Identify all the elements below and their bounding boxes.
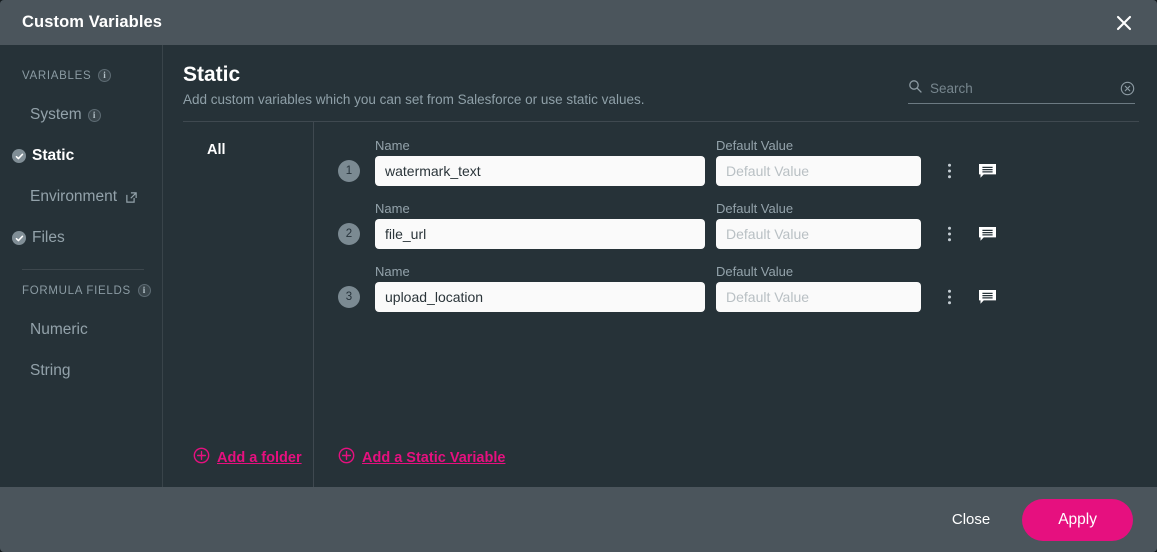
sidebar-group-variables: VARIABLES i	[0, 69, 162, 82]
row-column-labels: Name Default Value	[338, 138, 1139, 153]
dialog-footer: Close Apply	[0, 487, 1157, 552]
info-icon[interactable]: i	[87, 108, 101, 122]
row-fields: 1	[338, 156, 1139, 186]
comment-icon[interactable]	[975, 289, 999, 306]
column-header-default-value: Default Value	[716, 264, 794, 279]
check-circle-icon	[12, 231, 26, 245]
info-icon[interactable]: i	[137, 284, 151, 297]
plus-circle-icon	[193, 447, 210, 468]
sidebar-item-files-label: Files	[32, 229, 65, 247]
sidebar-item-string[interactable]: String	[0, 354, 162, 388]
dialog-title: Custom Variables	[22, 13, 163, 31]
sidebar-item-system[interactable]: System i	[0, 98, 162, 132]
column-header-name: Name	[375, 264, 410, 279]
kebab-menu-icon[interactable]	[937, 288, 961, 306]
sidebar-item-numeric-label: Numeric	[30, 321, 88, 339]
add-static-variable-button[interactable]: Add a Static Variable	[338, 447, 505, 468]
variable-rows: Name Default Value 1 watermark_text Defa…	[314, 122, 1139, 487]
kebab-menu-icon[interactable]	[937, 225, 961, 243]
default-value-input[interactable]	[716, 219, 921, 249]
sidebar-item-numeric[interactable]: Numeric	[0, 313, 162, 347]
sidebar-item-string-label: String	[30, 362, 71, 380]
table-row: Name Default Value 3	[338, 264, 1139, 312]
main-header: Static Add custom variables which you ca…	[183, 63, 1139, 121]
dialog-titlebar: Custom Variables	[0, 0, 1157, 45]
info-icon[interactable]: i	[98, 69, 112, 82]
row-number-badge: 3	[338, 286, 360, 308]
rows-footer: Add a Static Variable	[338, 447, 1139, 487]
sidebar-divider	[22, 269, 144, 270]
sidebar: VARIABLES i System i Static Environment	[0, 45, 163, 487]
table-row: Name Default Value 1	[338, 138, 1139, 186]
default-value-input[interactable]	[716, 282, 921, 312]
folder-column: All Add a folder	[183, 122, 314, 487]
variable-name-input[interactable]	[375, 219, 705, 249]
row-fields: 2	[338, 219, 1139, 249]
apply-button[interactable]: Apply	[1022, 498, 1133, 541]
custom-variables-dialog: Custom Variables VARIABLES i System i St…	[0, 0, 1157, 552]
column-header-default-value: Default Value	[716, 201, 794, 216]
kebab-menu-icon[interactable]	[937, 162, 961, 180]
variable-name-input[interactable]	[375, 282, 705, 312]
folder-item-all[interactable]: All	[183, 142, 313, 158]
sidebar-item-system-label: System	[30, 106, 82, 124]
sidebar-item-files[interactable]: Files	[0, 221, 162, 255]
sidebar-item-static-label: Static	[32, 147, 75, 165]
clear-circle-icon[interactable]	[1120, 81, 1135, 96]
row-column-labels: Name Default Value	[338, 264, 1139, 279]
row-fields: 3	[338, 282, 1139, 312]
sidebar-group-formula-fields: FORMULA FIELDS i	[0, 284, 162, 297]
add-folder-label: Add a folder	[217, 449, 302, 466]
row-column-labels: Name Default Value	[338, 201, 1139, 216]
sidebar-group-formula-fields-label: FORMULA FIELDS	[22, 284, 131, 297]
column-header-default-value: Default Value	[716, 138, 794, 153]
main-panel: Static Add custom variables which you ca…	[163, 45, 1157, 487]
search-input[interactable]	[930, 81, 1112, 96]
variable-name-input[interactable]	[375, 156, 705, 186]
comment-icon[interactable]	[975, 226, 999, 243]
table-row: Name Default Value 2	[338, 201, 1139, 249]
plus-circle-icon	[338, 447, 355, 468]
column-header-name: Name	[375, 201, 410, 216]
comment-icon[interactable]	[975, 163, 999, 180]
external-link-icon[interactable]	[125, 191, 138, 204]
default-value-input[interactable]	[716, 156, 921, 186]
search-bar	[908, 79, 1135, 104]
row-number-badge: 1	[338, 160, 360, 182]
row-number-badge: 2	[338, 223, 360, 245]
search-icon	[908, 79, 922, 98]
add-folder-button[interactable]: Add a folder	[193, 447, 302, 468]
close-icon[interactable]	[1109, 8, 1139, 38]
folder-footer: Add a folder	[183, 447, 313, 487]
sidebar-item-environment-label: Environment	[30, 188, 118, 206]
column-header-name: Name	[375, 138, 410, 153]
dialog-body: VARIABLES i System i Static Environment	[0, 45, 1157, 487]
sidebar-item-static[interactable]: Static	[0, 139, 162, 173]
table-area: All Add a folder Name Default Value 1 wa…	[183, 122, 1139, 487]
check-circle-icon	[12, 149, 26, 163]
sidebar-item-environment[interactable]: Environment	[0, 180, 162, 214]
add-static-variable-label: Add a Static Variable	[362, 449, 506, 466]
sidebar-group-variables-label: VARIABLES	[22, 69, 92, 82]
close-button[interactable]: Close	[930, 501, 1012, 538]
